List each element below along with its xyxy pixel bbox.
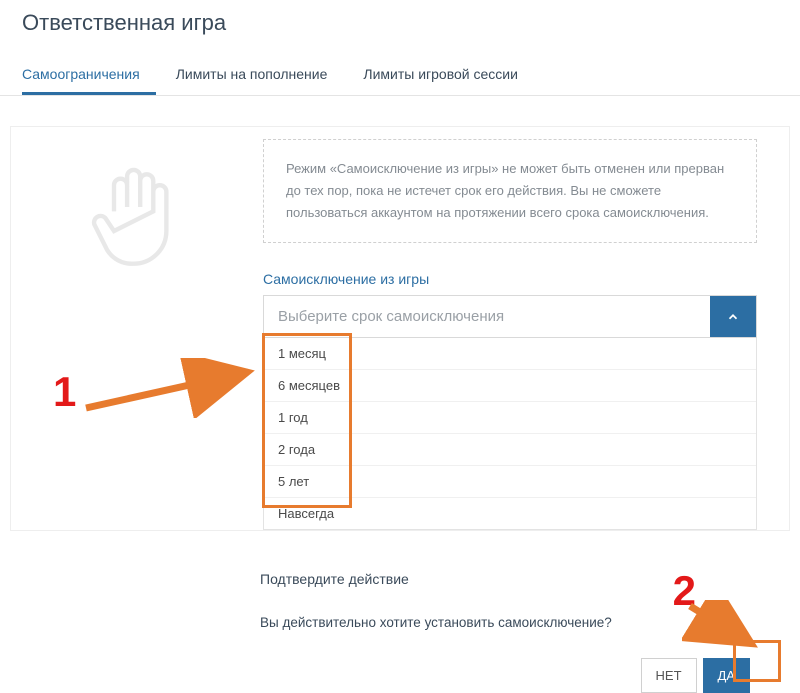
option-forever[interactable]: Навсегда <box>264 497 756 529</box>
annotation-arrow-2 <box>682 600 772 656</box>
tab-session-limits[interactable]: Лимиты игровой сессии <box>363 58 534 95</box>
option-1-year[interactable]: 1 год <box>264 401 756 433</box>
yes-button[interactable]: ДА <box>703 658 750 693</box>
tab-self-limits[interactable]: Самоограничения <box>22 58 156 95</box>
option-1-month[interactable]: 1 месяц <box>264 338 756 369</box>
confirm-buttons: НЕТ ДА <box>260 658 760 693</box>
tabs: Самоограничения Лимиты на пополнение Лим… <box>0 36 800 96</box>
chevron-up-icon[interactable] <box>710 296 756 337</box>
select-placeholder: Выберите срок самоисключения <box>264 296 710 337</box>
option-6-months[interactable]: 6 месяцев <box>264 369 756 401</box>
option-2-years[interactable]: 2 года <box>264 433 756 465</box>
no-button[interactable]: НЕТ <box>641 658 697 693</box>
select-label: Самоисключение из игры <box>263 271 757 287</box>
annotation-number-1: 1 <box>53 368 76 416</box>
hand-stop-icon <box>83 159 193 530</box>
period-dropdown: 1 месяц 6 месяцев 1 год 2 года 5 лет Нав… <box>263 338 757 530</box>
option-5-years[interactable]: 5 лет <box>264 465 756 497</box>
content-panel: Режим «Самоисключение из игры» не может … <box>10 126 790 531</box>
icon-column <box>33 139 243 530</box>
tab-deposit-limits[interactable]: Лимиты на пополнение <box>176 58 344 95</box>
page-title: Ответственная игра <box>0 0 800 36</box>
info-box: Режим «Самоисключение из игры» не может … <box>263 139 757 243</box>
annotation-arrow-1 <box>80 358 260 418</box>
period-select[interactable]: Выберите срок самоисключения <box>263 295 757 338</box>
form-column: Режим «Самоисключение из игры» не может … <box>243 139 767 530</box>
